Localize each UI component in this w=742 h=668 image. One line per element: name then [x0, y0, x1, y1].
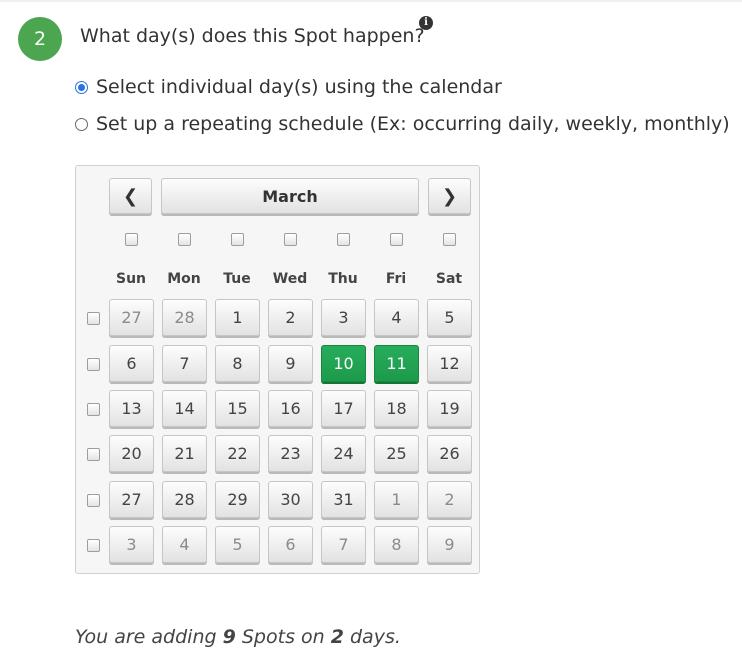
select-week-6-checkbox[interactable] — [87, 539, 100, 552]
day-button[interactable]: 2 — [427, 481, 472, 518]
day-button-selected[interactable]: 10 — [321, 345, 366, 382]
day-button[interactable]: 1 — [215, 299, 260, 336]
weekday-header: Wed — [272, 271, 308, 287]
step-number-badge: 2 — [18, 17, 62, 61]
select-week-1-checkbox[interactable] — [87, 312, 100, 325]
day-button[interactable]: 15 — [215, 390, 260, 427]
day-button[interactable]: 26 — [427, 435, 472, 472]
summary-text: You are adding 9 Spots on 2 days. — [75, 626, 401, 648]
chevron-right-icon: ❯ — [441, 185, 458, 207]
select-column-mon-checkbox[interactable] — [178, 233, 191, 246]
prev-month-button[interactable]: ❮ — [109, 178, 152, 214]
select-column-thu-checkbox[interactable] — [337, 233, 350, 246]
day-button[interactable]: 21 — [162, 435, 207, 472]
day-button[interactable]: 8 — [215, 345, 260, 382]
day-button[interactable]: 31 — [321, 481, 366, 518]
summary-spots-count: 9 — [222, 626, 236, 648]
option-repeating-schedule-label: Set up a repeating schedule (Ex: occurri… — [96, 113, 730, 135]
chevron-left-icon: ❮ — [122, 185, 139, 207]
next-month-button[interactable]: ❯ — [428, 178, 471, 214]
day-button[interactable]: 12 — [427, 345, 472, 382]
select-week-5-checkbox[interactable] — [87, 494, 100, 507]
day-button[interactable]: 4 — [162, 526, 207, 563]
day-button[interactable]: 3 — [109, 526, 154, 563]
day-button[interactable]: 6 — [268, 526, 313, 563]
summary-middle: Spots on — [235, 626, 331, 648]
day-button[interactable]: 6 — [109, 345, 154, 382]
day-button[interactable]: 28 — [162, 481, 207, 518]
day-button[interactable]: 4 — [374, 299, 419, 336]
day-button[interactable]: 13 — [109, 390, 154, 427]
day-button[interactable]: 23 — [268, 435, 313, 472]
summary-prefix: You are adding — [75, 626, 223, 648]
day-button[interactable]: 2 — [268, 299, 313, 336]
day-button[interactable]: 5 — [427, 299, 472, 336]
summary-days-count: 2 — [330, 626, 344, 648]
day-button[interactable]: 27 — [109, 299, 154, 336]
weekday-header: Mon — [167, 271, 201, 287]
day-button[interactable]: 7 — [321, 526, 366, 563]
day-button[interactable]: 18 — [374, 390, 419, 427]
day-button[interactable]: 30 — [268, 481, 313, 518]
radio-repeating-schedule[interactable] — [75, 117, 88, 131]
day-button[interactable]: 8 — [374, 526, 419, 563]
weekday-header: Sat — [435, 271, 463, 287]
day-button[interactable]: 5 — [215, 526, 260, 563]
day-button[interactable]: 9 — [268, 345, 313, 382]
day-button[interactable]: 29 — [215, 481, 260, 518]
weekday-header: Thu — [328, 271, 358, 287]
day-button[interactable]: 14 — [162, 390, 207, 427]
day-button[interactable]: 20 — [109, 435, 154, 472]
step-question: What day(s) does this Spot happen? — [80, 25, 425, 47]
day-button[interactable]: 1 — [374, 481, 419, 518]
month-title-button[interactable]: March — [161, 178, 419, 214]
select-column-sun-checkbox[interactable] — [125, 233, 138, 246]
day-button[interactable]: 7 — [162, 345, 207, 382]
select-column-tue-checkbox[interactable] — [231, 233, 244, 246]
info-icon[interactable]: i — [419, 16, 433, 30]
select-column-fri-checkbox[interactable] — [390, 233, 403, 246]
option-repeating-schedule[interactable]: Set up a repeating schedule (Ex: occurri… — [75, 113, 730, 135]
day-button[interactable]: 17 — [321, 390, 366, 427]
weekday-header: Tue — [223, 271, 251, 287]
radio-individual-days[interactable] — [75, 80, 88, 94]
select-week-3-checkbox[interactable] — [87, 403, 100, 416]
option-individual-days[interactable]: Select individual day(s) using the calen… — [75, 76, 502, 98]
select-week-4-checkbox[interactable] — [87, 448, 100, 461]
day-button[interactable]: 25 — [374, 435, 419, 472]
weekday-header: Sun — [115, 271, 147, 287]
day-button-selected[interactable]: 11 — [374, 345, 419, 382]
select-column-sat-checkbox[interactable] — [443, 233, 456, 246]
day-button[interactable]: 22 — [215, 435, 260, 472]
weekday-header: Fri — [385, 271, 407, 287]
day-button[interactable]: 9 — [427, 526, 472, 563]
day-button[interactable]: 16 — [268, 390, 313, 427]
day-button[interactable]: 24 — [321, 435, 366, 472]
day-button[interactable]: 19 — [427, 390, 472, 427]
top-divider — [0, 0, 742, 2]
day-button[interactable]: 27 — [109, 481, 154, 518]
calendar: ❮ March ❯ Sun Mon Tue Wed Thu Fri Sat 27 28 1 2 3 4 5… — [75, 165, 480, 574]
select-week-2-checkbox[interactable] — [87, 358, 100, 371]
day-button[interactable]: 28 — [162, 299, 207, 336]
option-individual-days-label: Select individual day(s) using the calen… — [96, 76, 502, 98]
summary-suffix: days. — [343, 626, 401, 648]
select-column-wed-checkbox[interactable] — [284, 233, 297, 246]
day-button[interactable]: 3 — [321, 299, 366, 336]
